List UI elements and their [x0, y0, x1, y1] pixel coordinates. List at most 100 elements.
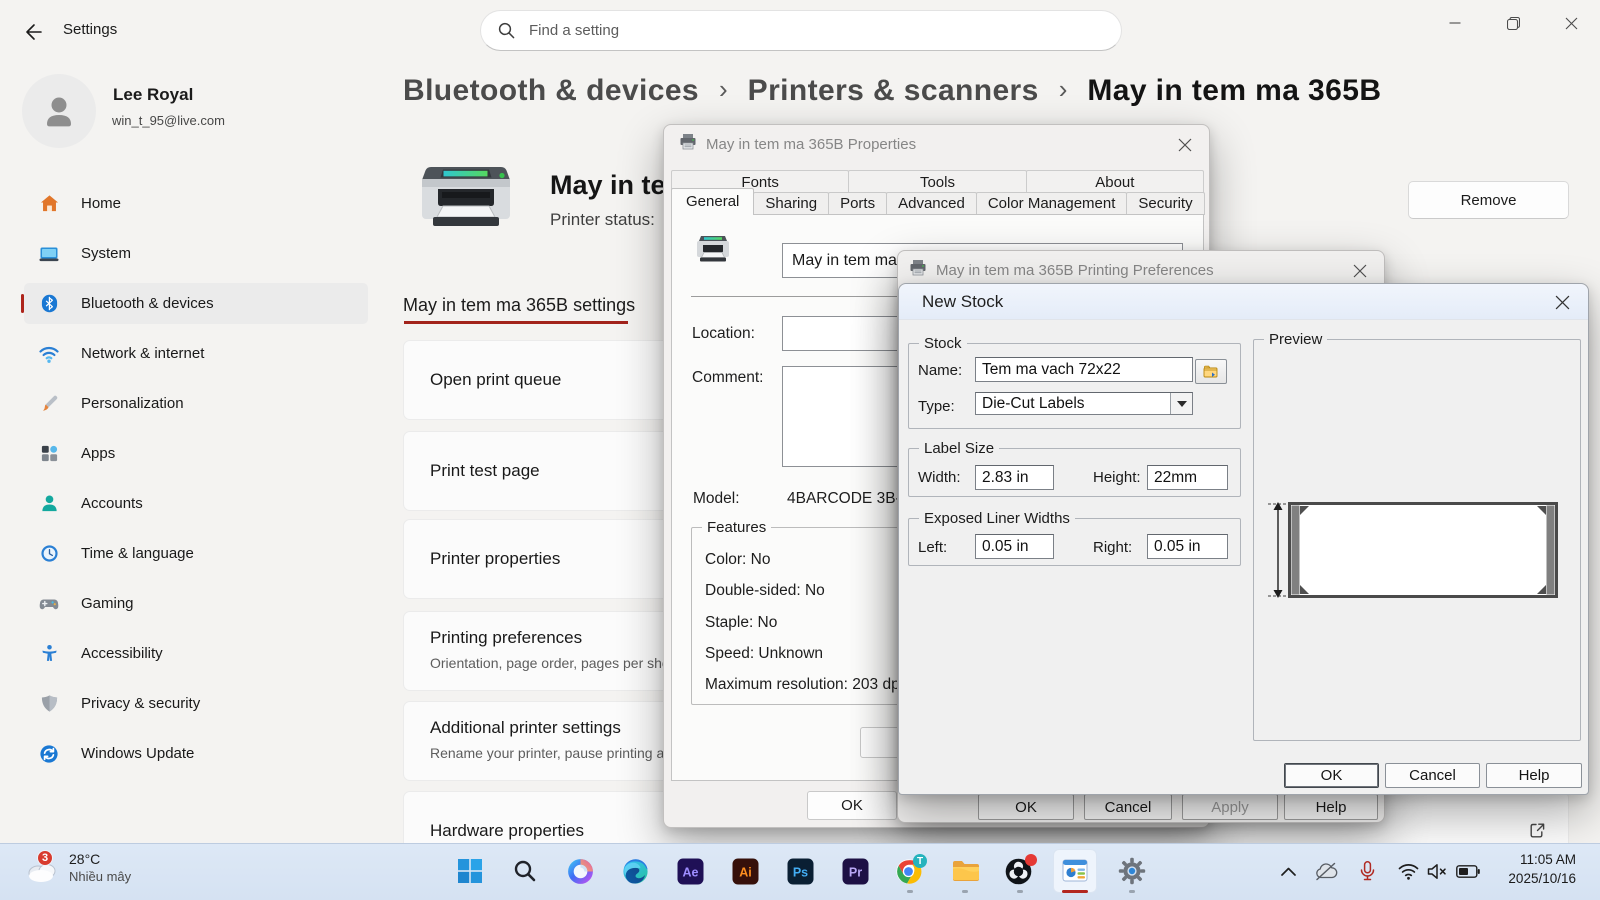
- preferences-apply-button[interactable]: Apply: [1182, 794, 1278, 820]
- tab-security[interactable]: Security: [1126, 192, 1204, 215]
- user-name: Lee Royal: [113, 85, 193, 105]
- remove-button[interactable]: Remove: [1408, 181, 1569, 219]
- photoshop-icon: Ps: [787, 858, 814, 885]
- close-button[interactable]: [1548, 0, 1594, 46]
- label-preview-graphic: [1268, 498, 1560, 602]
- close-icon: [1555, 295, 1570, 310]
- breadcrumb-bluetooth-devices[interactable]: Bluetooth & devices: [403, 74, 699, 108]
- illustrator-button[interactable]: Ai: [723, 849, 767, 893]
- tray-chevron-button[interactable]: [1270, 853, 1306, 889]
- new-stock-titlebar[interactable]: New Stock: [899, 284, 1588, 320]
- preferences-ok-button[interactable]: OK: [978, 794, 1074, 820]
- copilot-button[interactable]: [558, 849, 602, 893]
- apps-icon: [39, 444, 59, 464]
- edge-button[interactable]: [613, 849, 657, 893]
- file-explorer-button[interactable]: [943, 849, 987, 893]
- weather-temp: 28°C: [69, 851, 131, 867]
- sidebar-item-accessibility[interactable]: Accessibility: [24, 633, 368, 674]
- preferences-help-button[interactable]: Help: [1284, 794, 1378, 820]
- breadcrumb-printers-scanners[interactable]: Printers & scanners: [748, 74, 1039, 108]
- minimize-button[interactable]: [1432, 0, 1478, 46]
- maximize-button[interactable]: [1490, 0, 1536, 46]
- properties-dialog-titlebar[interactable]: May in tem ma 365B Properties: [664, 125, 1209, 163]
- back-button[interactable]: [16, 16, 50, 48]
- sidebar-item-system[interactable]: System: [24, 233, 368, 274]
- brush-icon: [39, 394, 59, 414]
- onedrive-paused-button[interactable]: [1308, 853, 1344, 889]
- taskbar-clock[interactable]: 11:05 AM 2025/10/16: [1508, 850, 1576, 888]
- width-input[interactable]: [975, 465, 1054, 490]
- weather-icon-wrap: 3: [25, 849, 61, 885]
- tab-advanced[interactable]: Advanced: [886, 192, 977, 215]
- sidebar-item-gaming[interactable]: Gaming: [24, 583, 368, 624]
- tab-tools[interactable]: Tools: [848, 170, 1026, 193]
- restore-icon: [1507, 17, 1520, 30]
- new-stock-help-button[interactable]: Help: [1486, 763, 1582, 788]
- sidebar-item-bluetooth-devices[interactable]: Bluetooth & devices: [24, 283, 368, 324]
- height-input[interactable]: [1147, 465, 1228, 490]
- preferences-close-button[interactable]: [1348, 259, 1372, 283]
- user-email: win_t_95@live.com: [112, 113, 225, 128]
- sidebar-item-accounts[interactable]: Accounts: [24, 483, 368, 524]
- stock-type-dropdown[interactable]: Die-Cut Labels: [975, 392, 1193, 415]
- start-button[interactable]: [448, 849, 492, 893]
- shield-icon: [39, 694, 59, 714]
- avatar[interactable]: [22, 74, 96, 148]
- premiere-button[interactable]: Pr: [833, 849, 877, 893]
- right-input[interactable]: [1147, 534, 1228, 559]
- new-stock-cancel-button[interactable]: Cancel: [1385, 763, 1480, 788]
- search-input[interactable]: [529, 22, 1069, 39]
- stock-name-input[interactable]: [975, 357, 1193, 382]
- model-label: Model:: [693, 490, 740, 508]
- bartender-app-button[interactable]: [1053, 849, 1097, 893]
- dropdown-arrow[interactable]: [1170, 393, 1192, 414]
- comment-label: Comment:: [692, 369, 764, 387]
- settings-running-indicator: [1129, 890, 1135, 893]
- photoshop-button[interactable]: Ps: [778, 849, 822, 893]
- weather-widget[interactable]: 3 28°C Nhiều mây: [25, 849, 131, 885]
- sidebar-item-personalization[interactable]: Personalization: [24, 383, 368, 424]
- printer-titlebar-icon: [909, 259, 927, 281]
- stock-browse-button[interactable]: [1195, 359, 1227, 384]
- bluetooth-icon: [39, 294, 59, 314]
- open-external-icon: [1529, 822, 1546, 843]
- tab-general[interactable]: General: [671, 188, 754, 215]
- label-app-icon: [1061, 857, 1089, 885]
- sidebar-item-network-internet[interactable]: Network & internet: [24, 333, 368, 374]
- sidebar-item-apps[interactable]: Apps: [24, 433, 368, 474]
- svg-text:Pr: Pr: [848, 865, 861, 879]
- obs-recording-badge: [1025, 854, 1037, 866]
- sidebar-item-home[interactable]: Home: [24, 183, 368, 224]
- tab-about[interactable]: About: [1026, 170, 1204, 193]
- microphone-in-use-button[interactable]: [1349, 853, 1385, 889]
- chrome-button[interactable]: T: [888, 849, 932, 893]
- printer-hero-icon: [413, 165, 519, 238]
- sidebar-item-windows-update[interactable]: Windows Update: [24, 733, 368, 774]
- preferences-cancel-button[interactable]: Cancel: [1084, 794, 1172, 820]
- new-stock-close-button[interactable]: [1550, 290, 1574, 314]
- new-stock-ok-button[interactable]: OK: [1284, 763, 1379, 788]
- height-label: Height:: [1093, 469, 1141, 486]
- stock-group-label: Stock: [919, 335, 967, 352]
- width-label: Width:: [918, 469, 961, 486]
- gear-icon: [1118, 857, 1146, 885]
- after-effects-button[interactable]: Ae: [668, 849, 712, 893]
- sidebar-item-privacy-security[interactable]: Privacy & security: [24, 683, 368, 724]
- tab-ports[interactable]: Ports: [828, 192, 887, 215]
- sidebar-item-time-language[interactable]: Time & language: [24, 533, 368, 574]
- properties-close-button[interactable]: [1173, 133, 1197, 157]
- close-icon: [1178, 138, 1192, 152]
- battery-button[interactable]: [1450, 853, 1486, 889]
- battery-icon: [1456, 865, 1480, 878]
- tab-sharing[interactable]: Sharing: [753, 192, 829, 215]
- premiere-icon: Pr: [842, 858, 869, 885]
- microphone-icon: [1360, 861, 1375, 881]
- obs-button[interactable]: [998, 849, 1042, 893]
- properties-ok-button[interactable]: OK: [807, 791, 897, 820]
- weather-text: 28°C Nhiều mây: [69, 851, 131, 884]
- taskbar-search-button[interactable]: [503, 849, 547, 893]
- search-box[interactable]: [480, 10, 1122, 51]
- settings-gear-button[interactable]: [1110, 849, 1154, 893]
- left-input[interactable]: [975, 534, 1054, 559]
- tab-color-management[interactable]: Color Management: [976, 192, 1128, 215]
